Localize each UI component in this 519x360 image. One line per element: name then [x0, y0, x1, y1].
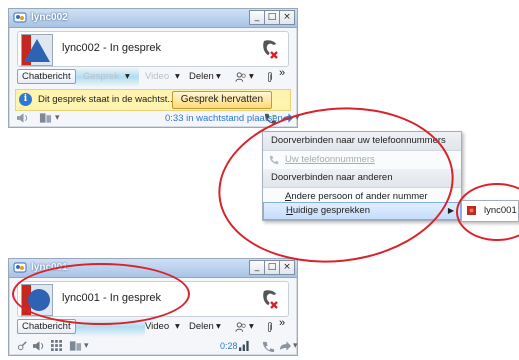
- toolbar-highlight: [71, 317, 145, 337]
- call-button[interactable]: Gesprek: [83, 71, 119, 82]
- title-bar[interactable]: lync001 _ □ ×: [9, 259, 297, 278]
- window-title: lync002: [31, 12, 68, 23]
- title-bar[interactable]: lync002 _ □ ×: [9, 9, 297, 28]
- device-dropdown-icon[interactable]: ▾: [55, 112, 60, 123]
- participants-icon[interactable]: [235, 72, 247, 83]
- device-dropdown-icon[interactable]: ▾: [84, 340, 89, 351]
- toolbar: Chatbericht Video ▾ Delen ▾ ▾ »: [17, 317, 289, 337]
- phone-icon: [269, 155, 279, 165]
- video-button[interactable]: Video: [145, 321, 169, 332]
- hold-notification-text: Dit gesprek staat in de wachtst...: [38, 94, 176, 105]
- current-calls-submenu: lync001: [461, 200, 519, 222]
- forward-dropdown-icon[interactable]: ▾: [293, 340, 298, 351]
- minimize-button[interactable]: _: [249, 10, 265, 25]
- menu-item-mnemonic: H: [286, 205, 293, 216]
- chat-button[interactable]: Chatbericht: [17, 69, 76, 84]
- avatar: [21, 284, 53, 316]
- participants-dropdown-icon[interactable]: ▾: [249, 321, 254, 332]
- close-button[interactable]: ×: [279, 10, 295, 25]
- lync-app-icon: [13, 12, 27, 23]
- video-button[interactable]: Video: [145, 71, 169, 82]
- share-dropdown-icon[interactable]: ▾: [216, 71, 221, 82]
- call-status-icon: [467, 206, 476, 215]
- transfer-call-icon[interactable]: [263, 112, 278, 125]
- status-bar: ▾ 0:28 ▾: [17, 339, 298, 355]
- attachment-icon[interactable]: [267, 321, 273, 334]
- avatar: [21, 34, 53, 66]
- lync-app-icon: [13, 262, 27, 273]
- volume-icon[interactable]: [17, 113, 30, 123]
- more-options-button[interactable]: »: [279, 67, 285, 79]
- contact-card: lync001 - In gesprek: [17, 281, 289, 317]
- status-bar: ▾ 0:33 in wachtstand plaatsen ▾: [17, 111, 300, 127]
- maximize-button[interactable]: □: [264, 260, 280, 275]
- signal-quality-icon: [239, 340, 249, 351]
- info-icon: i: [19, 93, 32, 106]
- conversation-window-lync002: lync002 _ □ × lync002 - In gesprek Chatb…: [8, 8, 300, 128]
- minimize-button[interactable]: _: [249, 260, 265, 275]
- menu-item-label: uidige gesprekken: [292, 205, 370, 216]
- menu-item-current-calls[interactable]: Huidige gesprekken ▶: [263, 202, 461, 220]
- toolbar: Chatbericht Gesprek ▾ Video ▾ Delen ▾ ▾ …: [17, 67, 289, 87]
- menu-header-others: Doorverbinden naar anderen: [263, 169, 461, 188]
- video-dropdown-icon[interactable]: ▾: [175, 71, 180, 82]
- resume-call-button[interactable]: Gesprek hervatten: [171, 91, 272, 109]
- menu-item-your-phone-numbers: Uw telefoonnummers: [263, 151, 461, 169]
- chat-button[interactable]: Chatbericht: [17, 319, 76, 334]
- forward-dropdown-icon[interactable]: ▾: [295, 112, 300, 123]
- menu-item-label: Uw telefoonnummers: [285, 154, 375, 165]
- hang-up-icon[interactable]: [260, 288, 280, 310]
- contact-card: lync002 - In gesprek: [17, 31, 289, 67]
- hold-notification-bar: i Dit gesprek staat in de wachtst... Ges…: [15, 89, 291, 111]
- device-icon[interactable]: [39, 112, 52, 124]
- conversation-window-lync001: lync001 _ □ × lync001 - In gesprek Chatb…: [8, 258, 298, 356]
- menu-header-own-numbers: Doorverbinden naar uw telefoonnummers: [263, 132, 461, 151]
- dialpad-icon[interactable]: [51, 340, 62, 351]
- volume-icon[interactable]: [33, 341, 46, 351]
- transfer-call-icon[interactable]: [261, 340, 276, 353]
- share-button[interactable]: Delen: [189, 321, 214, 332]
- mute-microphone-icon[interactable]: [17, 340, 28, 351]
- maximize-button[interactable]: □: [264, 10, 280, 25]
- menu-item-label: ndere persoon of ander nummer: [291, 191, 428, 202]
- participants-icon[interactable]: [235, 322, 247, 333]
- share-button[interactable]: Delen: [189, 71, 214, 82]
- video-dropdown-icon[interactable]: ▾: [175, 321, 180, 332]
- forward-arrow-icon[interactable]: [279, 340, 292, 352]
- transfer-menu: Doorverbinden naar uw telefoonnummers Uw…: [262, 131, 462, 221]
- attachment-icon[interactable]: [267, 71, 273, 84]
- call-dropdown-icon[interactable]: ▾: [125, 71, 130, 82]
- share-dropdown-icon[interactable]: ▾: [216, 321, 221, 332]
- close-button[interactable]: ×: [279, 260, 295, 275]
- contact-name: lync002 - In gesprek: [62, 42, 162, 54]
- submenu-item-lync001[interactable]: lync001: [484, 205, 517, 216]
- contact-name: lync001 - In gesprek: [62, 292, 162, 304]
- device-icon[interactable]: [69, 340, 82, 352]
- call-timer: 0:28: [220, 341, 238, 351]
- hang-up-icon[interactable]: [260, 38, 280, 60]
- more-options-button[interactable]: »: [279, 317, 285, 329]
- participants-dropdown-icon[interactable]: ▾: [249, 71, 254, 82]
- forward-arrow-icon[interactable]: [281, 112, 294, 124]
- submenu-arrow-icon: ▶: [447, 206, 454, 215]
- window-title: lync001: [31, 262, 68, 273]
